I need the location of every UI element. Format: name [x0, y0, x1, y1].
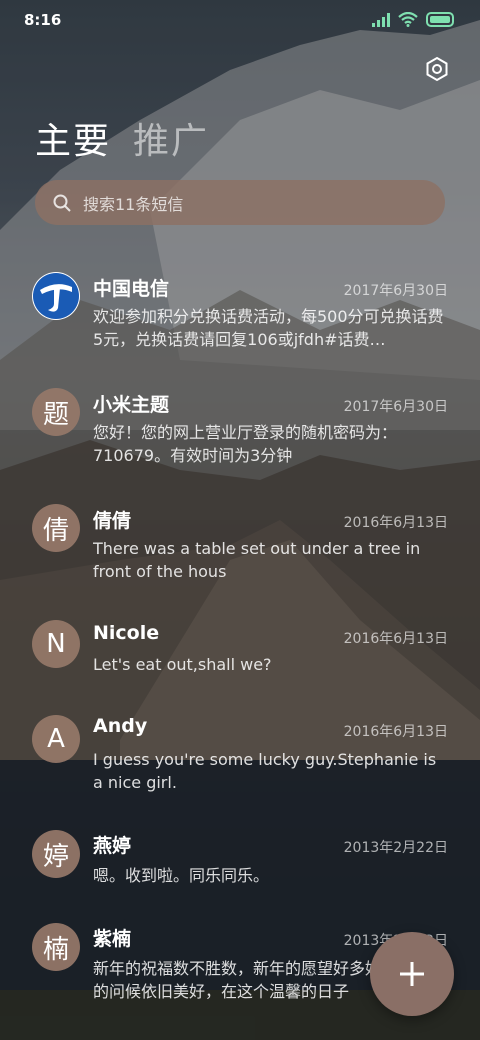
battery-icon	[426, 12, 454, 27]
contact-name: 倩倩	[93, 510, 132, 532]
new-message-button[interactable]	[370, 932, 454, 1016]
conversation-item[interactable]: N Nicole 2016年6月13日 Let's eat out,shall …	[0, 610, 480, 710]
contact-name: 中国电信	[93, 278, 170, 300]
avatar: 倩	[32, 504, 80, 552]
contact-name: 小米主题	[93, 394, 170, 416]
message-preview: There was a table set out under a tree i…	[93, 539, 421, 581]
contact-name: 紫楠	[93, 928, 132, 950]
message-preview: 您好！您的网上营业厅登录的随机密码为：710679。有效时间为3分钟	[93, 423, 398, 465]
search-placeholder: 搜索11条短信	[83, 194, 184, 214]
conversation-item[interactable]: 题 小米主题 2017年6月30日 您好！您的网上营业厅登录的随机密码为：710…	[0, 378, 480, 478]
status-time: 8:16	[24, 11, 62, 29]
tab-primary[interactable]: 主要	[35, 112, 111, 164]
avatar: 楠	[32, 923, 80, 971]
message-date: 2017年6月30日	[343, 399, 448, 415]
conversation-item[interactable]: 倩 倩倩 2016年6月13日 There was a table set ou…	[0, 494, 480, 594]
conversation-item[interactable]: 婷 燕婷 2013年2月22日 嗯。收到啦。同乐同乐。	[0, 819, 480, 919]
message-date: 2017年6月30日	[343, 283, 448, 299]
message-date: 2013年2月22日	[343, 840, 448, 856]
avatar: A	[32, 715, 80, 763]
category-tabs: 主要 推广	[35, 112, 209, 164]
message-preview: 嗯。收到啦。同乐同乐。	[93, 866, 270, 885]
contact-name: 燕婷	[93, 835, 132, 857]
avatar: 题	[32, 388, 80, 436]
contact-name: Nicole	[93, 622, 160, 644]
signal-icon	[372, 12, 390, 27]
plus-icon	[400, 962, 424, 986]
avatar: 婷	[32, 830, 80, 878]
message-date: 2016年6月13日	[343, 724, 448, 740]
conversation-item[interactable]: A Andy 2016年6月13日 I guess you're some lu…	[0, 703, 480, 803]
tab-promotions[interactable]: 推广	[133, 112, 209, 164]
wifi-icon	[398, 12, 418, 27]
message-date: 2016年6月13日	[343, 515, 448, 531]
conversation-item[interactable]: 中国电信 2017年6月30日 欢迎参加积分兑换话费活动，每500分可兑换话费5…	[0, 262, 480, 362]
search-input[interactable]: 搜索11条短信	[35, 180, 445, 225]
settings-gear-icon[interactable]	[424, 56, 450, 82]
avatar: N	[32, 620, 80, 668]
message-preview: 欢迎参加积分兑换话费活动，每500分可兑换话费5元，兑换话费请回复106或jfd…	[93, 307, 444, 349]
message-date: 2016年6月13日	[343, 631, 448, 647]
message-preview: Let's eat out,shall we?	[93, 655, 272, 674]
search-icon	[53, 194, 71, 212]
telecom-logo-icon	[32, 272, 80, 320]
contact-name: Andy	[93, 715, 148, 737]
status-bar: 8:16	[0, 0, 480, 40]
message-preview: I guess you're some lucky guy.Stephanie …	[93, 750, 437, 792]
